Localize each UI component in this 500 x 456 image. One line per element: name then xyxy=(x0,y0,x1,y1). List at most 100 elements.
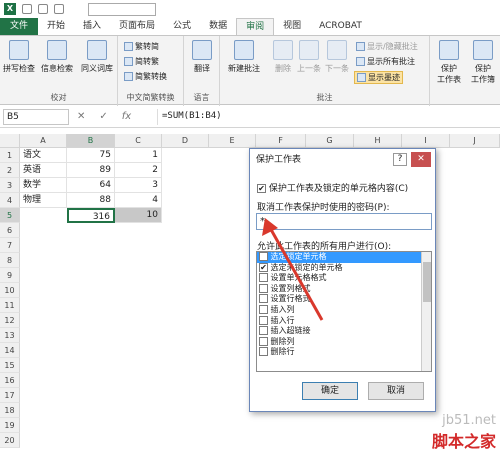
show-ink-button[interactable]: 显示墨迹 xyxy=(354,71,403,84)
list-item[interactable]: 删除行 xyxy=(257,347,431,358)
row-header[interactable]: 8 xyxy=(0,253,20,268)
enter-icon[interactable]: ✓ xyxy=(99,111,107,122)
row-header[interactable]: 14 xyxy=(0,343,20,358)
translate-button[interactable]: 翻译 xyxy=(185,40,219,74)
list-item[interactable]: ✔ 选定未锁定的单元格 xyxy=(257,262,431,274)
permission-checkbox[interactable] xyxy=(259,304,268,314)
list-item[interactable]: 插入超链接 xyxy=(257,326,431,337)
cell-c5[interactable]: 10 xyxy=(115,208,162,223)
permission-checkbox[interactable] xyxy=(259,283,268,293)
column-header[interactable]: D xyxy=(162,134,209,148)
close-button[interactable]: ✕ xyxy=(411,152,431,167)
permission-checkbox[interactable] xyxy=(259,294,268,304)
row-header[interactable]: 7 xyxy=(0,238,20,253)
column-header[interactable]: E xyxy=(209,134,256,148)
row-header[interactable]: 16 xyxy=(0,373,20,388)
cell-c2[interactable]: 2 xyxy=(115,163,162,178)
tab-page-layout[interactable]: 页面布局 xyxy=(110,18,164,35)
cell-c4[interactable]: 4 xyxy=(115,193,162,208)
undo-icon[interactable] xyxy=(38,4,48,14)
protect-contents-option[interactable]: ✔ 保护工作表及锁定的单元格内容(C) xyxy=(257,181,408,194)
list-item[interactable]: 设置行格式 xyxy=(257,294,431,305)
protect-sheet-button[interactable]: 保护 工作表 xyxy=(432,40,466,85)
cell-b4[interactable]: 88 xyxy=(67,193,115,208)
permission-checkbox[interactable] xyxy=(259,347,268,357)
row-header[interactable]: 19 xyxy=(0,418,20,433)
chinese-convert-button[interactable]: 简繁转换 xyxy=(124,71,167,82)
row-header[interactable]: 13 xyxy=(0,328,20,343)
row-header[interactable]: 15 xyxy=(0,358,20,373)
ok-button[interactable]: 确定 xyxy=(302,382,358,400)
simp-to-trad-button[interactable]: 简转繁 xyxy=(124,56,159,67)
save-icon[interactable] xyxy=(22,4,32,14)
row-header[interactable]: 20 xyxy=(0,433,20,448)
list-item[interactable]: 插入行 xyxy=(257,315,431,327)
show-hide-comment-button[interactable]: 显示/隐藏批注 xyxy=(356,41,418,52)
tab-view[interactable]: 视图 xyxy=(274,18,310,35)
column-header[interactable]: A xyxy=(20,134,67,148)
show-all-comments-button[interactable]: 显示所有批注 xyxy=(356,56,415,67)
cell-b2[interactable]: 89 xyxy=(67,163,115,178)
row-header[interactable]: 12 xyxy=(0,313,20,328)
column-header[interactable]: C xyxy=(115,134,162,148)
permissions-list[interactable]: ✔ 选定锁定单元格 ✔ 选定未锁定的单元格 设置单元格格式 设置列格式 设置行格… xyxy=(256,251,432,372)
list-item[interactable]: 设置列格式 xyxy=(257,283,431,295)
row-header[interactable]: 2 xyxy=(0,163,20,178)
permission-checkbox[interactable]: ✔ xyxy=(259,262,268,272)
cancel-button[interactable]: 取消 xyxy=(368,382,424,400)
thesaurus-button[interactable]: 同义词库 xyxy=(80,40,114,74)
list-item[interactable]: 插入列 xyxy=(257,304,431,316)
permission-checkbox[interactable] xyxy=(259,273,268,283)
scrollbar-thumb[interactable] xyxy=(423,262,431,302)
name-box[interactable]: B5 xyxy=(3,108,69,125)
column-header[interactable]: H xyxy=(354,134,402,148)
research-button[interactable]: 信息检索 xyxy=(40,40,74,74)
permission-checkbox[interactable]: ✔ xyxy=(259,252,268,261)
protect-workbook-button[interactable]: 保护 工作簿 xyxy=(466,40,500,85)
row-header[interactable]: 17 xyxy=(0,388,20,403)
tab-review[interactable]: 审阅 xyxy=(236,18,275,35)
permission-checkbox[interactable] xyxy=(259,315,268,325)
protect-contents-checkbox[interactable]: ✔ xyxy=(257,184,266,193)
select-all-corner[interactable] xyxy=(0,134,20,148)
cell-b1[interactable]: 75 xyxy=(67,148,115,163)
list-item[interactable]: 设置单元格格式 xyxy=(257,273,431,284)
cell-b5[interactable]: 316 xyxy=(67,208,115,223)
column-header[interactable]: J xyxy=(450,134,500,148)
column-header[interactable]: F xyxy=(256,134,306,148)
formula-input[interactable]: =SUM(B1:B4) xyxy=(157,108,500,125)
cancel-icon[interactable]: ✕ xyxy=(77,111,85,122)
column-header[interactable]: G xyxy=(306,134,354,148)
tab-acrobat[interactable]: ACROBAT xyxy=(310,18,371,35)
next-comment-button[interactable]: 下一条 xyxy=(320,40,354,74)
permission-checkbox[interactable] xyxy=(259,326,268,336)
help-button[interactable]: ? xyxy=(393,153,407,166)
row-header[interactable]: 3 xyxy=(0,178,20,193)
tab-formulas[interactable]: 公式 xyxy=(164,18,200,35)
row-header[interactable]: 9 xyxy=(0,268,20,283)
tab-file[interactable]: 文件 xyxy=(0,18,38,35)
cell-b3[interactable]: 64 xyxy=(67,178,115,193)
list-item[interactable]: 删除列 xyxy=(257,336,431,348)
row-header[interactable]: 18 xyxy=(0,403,20,418)
new-comment-button[interactable]: 新建批注 xyxy=(224,40,264,74)
fx-icon[interactable]: fx xyxy=(122,111,131,122)
cell-c3[interactable]: 3 xyxy=(115,178,162,193)
cell-a4[interactable]: 物理 xyxy=(20,193,67,208)
row-header[interactable]: 1 xyxy=(0,148,20,163)
cell-a3[interactable]: 数学 xyxy=(20,178,67,193)
column-header[interactable]: I xyxy=(402,134,450,148)
cell-c1[interactable]: 1 xyxy=(115,148,162,163)
row-header[interactable]: 11 xyxy=(0,298,20,313)
cell-a1[interactable]: 语文 xyxy=(20,148,67,163)
column-header[interactable]: B xyxy=(67,134,115,148)
tab-home[interactable]: 开始 xyxy=(38,18,74,35)
row-header[interactable]: 5 xyxy=(0,208,20,223)
cell-a2[interactable]: 英语 xyxy=(20,163,67,178)
spell-check-button[interactable]: 拼写检查 xyxy=(2,40,36,74)
list-item[interactable]: ✔ 选定锁定单元格 xyxy=(257,252,431,263)
password-input[interactable]: * xyxy=(256,213,432,230)
row-header[interactable]: 10 xyxy=(0,283,20,298)
tab-data[interactable]: 数据 xyxy=(200,18,236,35)
row-header[interactable]: 6 xyxy=(0,223,20,238)
